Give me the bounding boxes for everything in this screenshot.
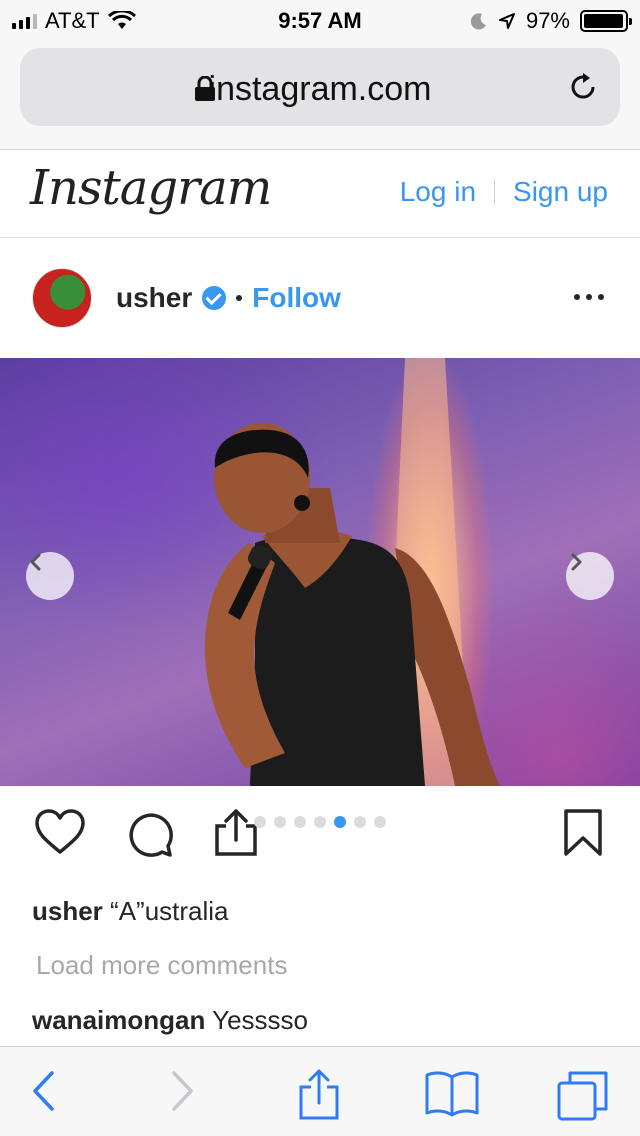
browser-toolbar [0, 1046, 640, 1136]
post-header: usher Follow [0, 238, 640, 358]
post-username[interactable]: usher [116, 282, 192, 314]
comment: wanaimongan Yesssso [32, 1005, 308, 1036]
forward-icon[interactable] [170, 1069, 196, 1113]
heart-icon[interactable] [34, 808, 86, 856]
carousel-dot [254, 816, 266, 828]
battery-icon [580, 10, 632, 32]
instagram-logo[interactable]: Instagram [30, 160, 272, 216]
post-caption: usher “A”ustralia [32, 896, 229, 927]
moon-icon [470, 13, 486, 30]
bookmark-icon[interactable] [562, 808, 604, 858]
caption-username[interactable]: usher [32, 896, 103, 926]
address-bar[interactable]: instagram.com [20, 48, 620, 126]
reload-icon[interactable] [566, 70, 600, 104]
browser-chrome: instagram.com [0, 40, 640, 150]
follow-button[interactable]: Follow [252, 282, 341, 314]
caption-text: “A”ustralia [110, 896, 229, 926]
chevron-right-icon [571, 553, 582, 571]
status-bar: AT&T 9:57 AM 97% [0, 0, 640, 40]
avatar[interactable] [32, 268, 92, 328]
back-icon[interactable] [30, 1069, 56, 1113]
tabs-icon[interactable] [556, 1069, 610, 1121]
url-text[interactable]: instagram.com [20, 70, 620, 109]
signup-link[interactable]: Sign up [513, 176, 608, 208]
carousel-dot [334, 816, 346, 828]
more-options-icon[interactable] [574, 294, 604, 300]
chevron-left-icon [30, 553, 41, 571]
instagram-header: Instagram Log in Sign up [0, 150, 640, 238]
battery-fill [584, 14, 623, 28]
carousel-dot [314, 816, 326, 828]
battery-percent: 97% [525, 8, 570, 33]
carousel-indicator [254, 816, 386, 828]
verified-badge-icon [202, 286, 227, 310]
status-right: 97% [470, 8, 632, 34]
separator-dot [236, 295, 243, 301]
share-sheet-icon[interactable] [298, 1069, 340, 1121]
login-link[interactable]: Log in [400, 176, 476, 208]
performer-illustration [205, 358, 500, 786]
share-icon[interactable] [212, 808, 260, 858]
carousel-dot [274, 816, 286, 828]
post-photo[interactable] [0, 358, 640, 786]
bookmarks-icon[interactable] [424, 1069, 480, 1117]
auth-divider [494, 179, 496, 205]
load-more-comments-link[interactable]: Load more comments [36, 950, 287, 981]
comment-text: Yesssso [212, 1005, 308, 1035]
carousel-dot [374, 816, 386, 828]
carousel-dot [294, 816, 306, 828]
location-arrow-icon [498, 13, 515, 29]
auth-links: Log in Sign up [400, 176, 608, 208]
carousel-dot [354, 816, 366, 828]
post-user: usher Follow [116, 282, 341, 314]
carousel-next-button[interactable] [566, 552, 614, 600]
comment-username[interactable]: wanaimongan [32, 1005, 205, 1035]
post-actions [0, 786, 640, 886]
carousel-prev-button[interactable] [26, 552, 74, 600]
comment-icon[interactable] [124, 808, 174, 858]
